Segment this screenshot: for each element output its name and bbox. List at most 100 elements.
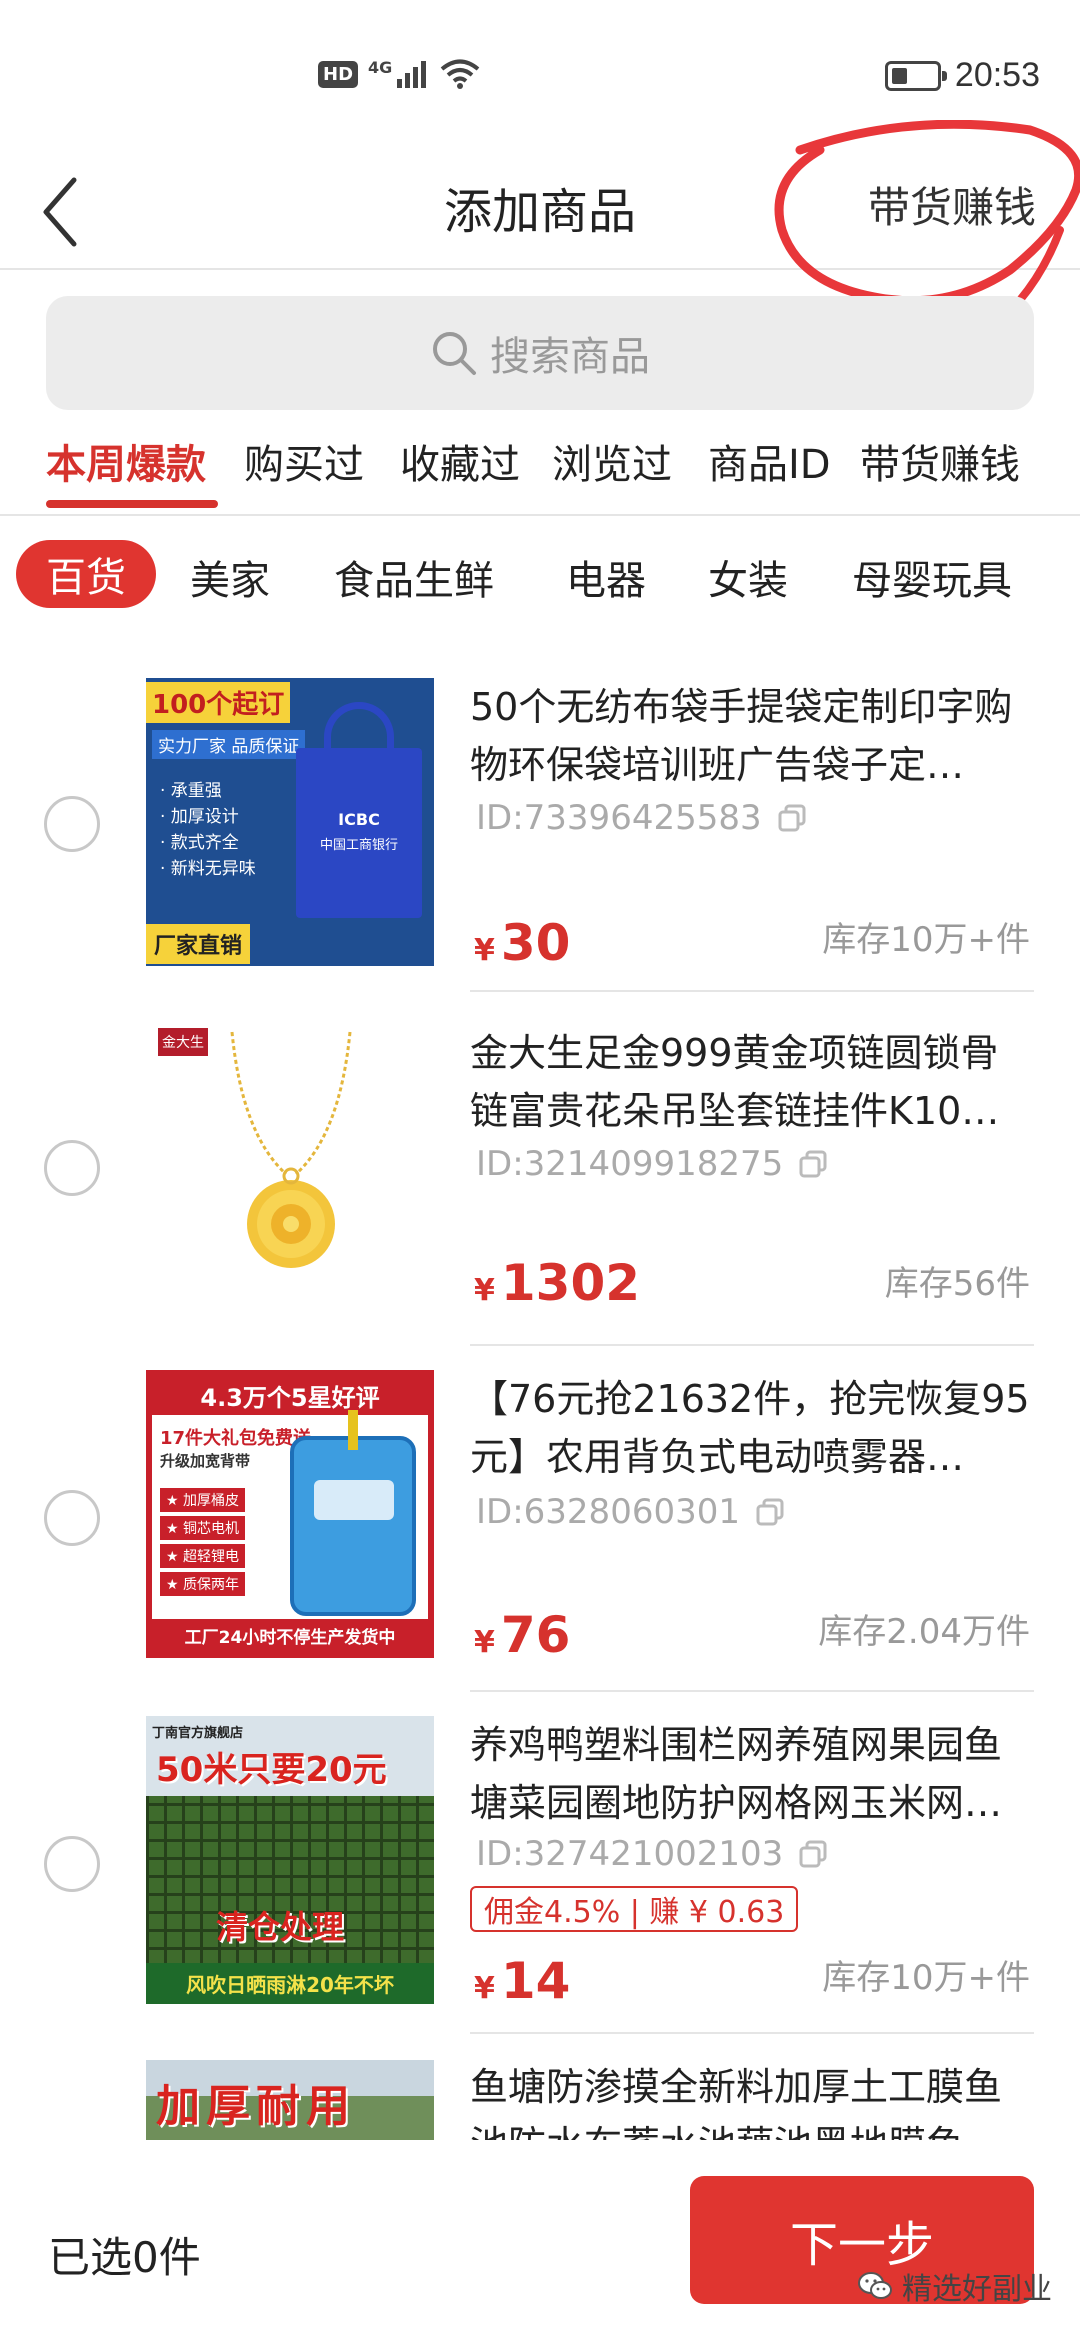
tab-browsed[interactable]: 浏览过 bbox=[552, 432, 672, 490]
product-price: ¥ 76 bbox=[474, 1606, 570, 1664]
tab-favorited[interactable]: 收藏过 bbox=[400, 432, 520, 490]
tab-bar: 本周爆款 购买过 收藏过 浏览过 商品ID 带货赚钱 bbox=[0, 426, 1080, 516]
product-title[interactable]: 养鸡鸭塑料围栏网养殖网果园鱼塘菜园圈地防护网格网玉米网… bbox=[470, 1716, 1030, 1832]
search-icon bbox=[433, 332, 476, 375]
watermark: 精选好副业 bbox=[858, 2264, 1052, 2308]
divider bbox=[470, 2032, 1034, 2034]
status-icons: HD 4G bbox=[318, 58, 480, 90]
tab-weekly-hot[interactable]: 本周爆款 bbox=[46, 432, 206, 490]
battery-icon bbox=[884, 60, 947, 91]
watermark-text: 精选好副业 bbox=[902, 2272, 1052, 2307]
category-electronics[interactable]: 电器 bbox=[566, 548, 646, 606]
thumb-feature: ★ 加厚桶皮 bbox=[160, 1488, 246, 1512]
product-thumbnail[interactable]: 4.3万个5星好评 17件大礼包免费送 升级加宽背带 ★ 加厚桶皮 ★ 铜芯电机… bbox=[146, 1370, 434, 1658]
category-womens[interactable]: 女装 bbox=[708, 548, 788, 606]
thumb-feature: · 新料无异味 bbox=[160, 859, 256, 879]
select-radio[interactable] bbox=[44, 796, 100, 852]
status-right: 20:53 bbox=[884, 56, 1040, 95]
stock-text: 库存2.04万件 bbox=[818, 1612, 1030, 1652]
currency-symbol: ¥ bbox=[474, 1971, 495, 2006]
category-bar: 百货 美家 食品生鲜 电器 女装 母婴玩具 bbox=[0, 540, 1080, 620]
bottom-bar: 已选0件 下一步 精选好副业 bbox=[0, 2140, 1080, 2340]
product-thumbnail[interactable]: 丁南官方旗舰店 50米只要20元 清仓处理 风吹日晒雨淋20年不坏 bbox=[146, 1716, 434, 2004]
product-item[interactable]: 加厚耐用 鱼塘防渗摸全新料加厚土工膜鱼池防水布蓄水池藕池黑地膜鱼… bbox=[0, 2058, 1080, 2140]
thumb-feature: · 加厚设计 bbox=[160, 807, 239, 827]
thumb-subtitle: 升级加宽背带 bbox=[160, 1452, 251, 1470]
price-value: 30 bbox=[500, 914, 571, 972]
product-id: ID:327421002103 bbox=[476, 1834, 827, 1874]
product-title[interactable]: 鱼塘防渗摸全新料加厚土工膜鱼池防水布蓄水池藕池黑地膜鱼… bbox=[470, 2058, 1030, 2140]
copy-icon[interactable] bbox=[778, 804, 806, 832]
product-item[interactable]: 金大生 金大生足金999黄金项链圆锁骨链富贵花朵吊坠套链挂件K10… ID:32… bbox=[0, 1022, 1080, 1362]
wifi-icon bbox=[441, 59, 480, 89]
product-id: ID:6328060301 bbox=[476, 1492, 784, 1532]
product-item[interactable]: 丁南官方旗舰店 50米只要20元 清仓处理 风吹日晒雨淋20年不坏 养鸡鸭塑料围… bbox=[0, 1714, 1080, 2054]
hd-badge: HD bbox=[318, 60, 359, 88]
price-value: 14 bbox=[500, 1952, 571, 2010]
thumb-mid: 清仓处理 bbox=[216, 1908, 345, 1946]
price-value: 76 bbox=[500, 1606, 571, 1664]
thumb-feature: · 款式齐全 bbox=[160, 833, 239, 853]
copy-icon[interactable] bbox=[799, 1840, 827, 1868]
thumb-banner: 100个起订 bbox=[146, 682, 291, 723]
stock-text: 库存56件 bbox=[884, 1264, 1030, 1304]
product-thumbnail[interactable]: 金大生 bbox=[146, 1024, 434, 1312]
necklace-illustration bbox=[230, 1031, 352, 1268]
thumb-banner: 50米只要20元 bbox=[156, 1750, 387, 1790]
thumb-feature: ★ 铜芯电机 bbox=[160, 1516, 246, 1540]
category-home[interactable]: 美家 bbox=[190, 548, 270, 606]
copy-icon[interactable] bbox=[799, 1150, 827, 1178]
thumb-banner: 4.3万个5星好评 bbox=[152, 1376, 428, 1415]
product-id: ID:321409918275 bbox=[476, 1144, 827, 1184]
tab-purchased[interactable]: 购买过 bbox=[244, 432, 364, 490]
bag-brand: ICBC bbox=[338, 810, 380, 829]
tab-product-id[interactable]: 商品ID bbox=[708, 432, 831, 490]
category-baby-toys[interactable]: 母婴玩具 bbox=[852, 548, 1012, 606]
thumb-banner: 加厚耐用 bbox=[156, 2081, 356, 2132]
product-price: ¥ 30 bbox=[474, 914, 570, 972]
thumb-feature: ★ 超轻锂电 bbox=[160, 1544, 246, 1568]
store-name: 丁南官方旗舰店 bbox=[152, 1726, 244, 1741]
product-id-text: ID:321409918275 bbox=[476, 1144, 784, 1184]
select-radio[interactable] bbox=[44, 1490, 100, 1546]
product-price: ¥ 1302 bbox=[474, 1254, 640, 1312]
divider bbox=[470, 1344, 1034, 1346]
thumb-gift: 17件大礼包免费送 bbox=[160, 1428, 312, 1449]
price-value: 1302 bbox=[500, 1254, 641, 1312]
category-food[interactable]: 食品生鲜 bbox=[334, 548, 494, 606]
divider bbox=[470, 990, 1034, 992]
sprayer-illustration bbox=[290, 1410, 416, 1616]
product-item[interactable]: 100个起订 实力厂家 品质保证 · 承重强 · 加厚设计 · 款式齐全 · 新… bbox=[0, 676, 1080, 1016]
product-title[interactable]: 金大生足金999黄金项链圆锁骨链富贵花朵吊坠套链挂件K10… bbox=[470, 1024, 1030, 1140]
commission-badge: 佣金4.5% | 赚 ¥ 0.63 bbox=[470, 1886, 799, 1932]
currency-symbol: ¥ bbox=[474, 1625, 495, 1660]
wechat-icon bbox=[858, 2272, 892, 2299]
tab-sell-earn[interactable]: 带货赚钱 bbox=[860, 432, 1020, 490]
product-thumbnail[interactable]: 加厚耐用 bbox=[146, 2060, 434, 2140]
search-placeholder: 搜索商品 bbox=[490, 334, 650, 380]
product-id-text: ID:327421002103 bbox=[476, 1834, 784, 1874]
signal-icon bbox=[397, 61, 427, 88]
copy-icon[interactable] bbox=[756, 1498, 784, 1526]
search-input[interactable]: 搜索商品 bbox=[46, 296, 1034, 410]
category-general[interactable]: 百货 bbox=[16, 540, 156, 608]
product-item[interactable]: 4.3万个5星好评 17件大礼包免费送 升级加宽背带 ★ 加厚桶皮 ★ 铜芯电机… bbox=[0, 1368, 1080, 1708]
thumb-footer: 厂家直销 bbox=[146, 924, 251, 964]
thumb-feature: · 承重强 bbox=[160, 781, 222, 801]
product-title[interactable]: 50个无纺布袋手提袋定制印字购物环保袋培训班广告袋子定… bbox=[470, 678, 1030, 794]
select-radio[interactable] bbox=[44, 1836, 100, 1892]
active-tab-indicator bbox=[46, 500, 218, 508]
product-thumbnail[interactable]: 100个起订 实力厂家 品质保证 · 承重强 · 加厚设计 · 款式齐全 · 新… bbox=[146, 678, 434, 966]
product-id-text: ID:73396425583 bbox=[476, 798, 762, 838]
network-type: 4G bbox=[368, 57, 393, 77]
selected-count: 已选0件 bbox=[48, 2233, 201, 2282]
product-id: ID:73396425583 bbox=[476, 798, 806, 838]
tote-bag-illustration: ICBC 中国工商银行 bbox=[296, 702, 422, 918]
thumb-footer: 工厂24小时不停生产发货中 bbox=[152, 1619, 428, 1652]
select-radio[interactable] bbox=[44, 1140, 100, 1196]
currency-symbol: ¥ bbox=[474, 933, 495, 968]
back-button[interactable] bbox=[30, 168, 100, 248]
product-price: ¥ 14 bbox=[474, 1952, 570, 2010]
product-title[interactable]: 【76元抢21632件，抢完恢复95元】农用背负式电动喷雾器… bbox=[470, 1370, 1030, 1486]
thumb-footer: 风吹日晒雨淋20年不坏 bbox=[146, 1963, 434, 2004]
